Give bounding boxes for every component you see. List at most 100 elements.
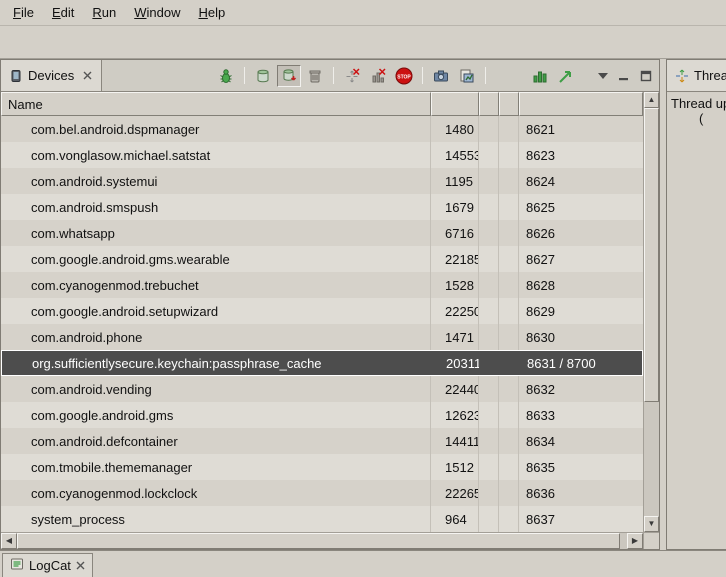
- vertical-scrollbar[interactable]: ▲ ▼: [643, 92, 659, 532]
- empty-cell: [479, 168, 499, 194]
- table-row[interactable]: com.android.smspush16798625: [1, 194, 643, 220]
- menu-help[interactable]: Help: [189, 2, 234, 23]
- debug-process-icon[interactable]: [214, 65, 238, 87]
- vertical-scroll-track[interactable]: [644, 108, 659, 516]
- screen-capture-icon[interactable]: [429, 65, 453, 87]
- process-name: com.android.phone: [1, 324, 431, 350]
- process-port: 8632: [519, 376, 643, 402]
- devices-view: Devices STOP Name: [0, 59, 660, 550]
- column-header-blank1[interactable]: [479, 92, 499, 116]
- table-row[interactable]: system_process9648637: [1, 506, 643, 532]
- empty-cell: [499, 376, 519, 402]
- table-header: Name: [1, 92, 643, 116]
- empty-cell: [480, 351, 500, 375]
- menu-file[interactable]: File: [4, 2, 43, 23]
- horizontal-scroll-thumb[interactable]: [17, 533, 620, 549]
- column-header-name[interactable]: Name: [1, 92, 431, 116]
- close-icon[interactable]: [76, 558, 85, 573]
- menubar: FileEditRunWindowHelp: [0, 0, 726, 26]
- update-threads-icon[interactable]: [340, 65, 364, 87]
- update-heap-icon[interactable]: [251, 65, 275, 87]
- process-pid: 1471: [431, 324, 479, 350]
- table-row[interactable]: com.bel.android.dspmanager14808621: [1, 116, 643, 142]
- empty-cell: [499, 168, 519, 194]
- process-name: com.google.android.gms: [1, 402, 431, 428]
- menu-run[interactable]: Run: [83, 2, 125, 23]
- table-row[interactable]: com.android.systemui11958624: [1, 168, 643, 194]
- table-row[interactable]: com.tmobile.thememanager15128635: [1, 454, 643, 480]
- cause-gc-icon[interactable]: [303, 65, 327, 87]
- tab-logcat[interactable]: LogCat: [2, 553, 93, 577]
- vertical-scroll-thumb[interactable]: [644, 108, 659, 402]
- tab-logcat-label: LogCat: [29, 558, 71, 573]
- empty-cell: [499, 194, 519, 220]
- menu-edit[interactable]: Edit: [43, 2, 83, 23]
- table-row[interactable]: com.google.android.gms126238633: [1, 402, 643, 428]
- devices-tab-icon: [9, 69, 23, 83]
- process-pid: 22440: [431, 376, 479, 402]
- svg-text:STOP: STOP: [397, 74, 411, 80]
- table-row[interactable]: com.android.vending224408632: [1, 376, 643, 402]
- process-port: 8630: [519, 324, 643, 350]
- process-name: com.android.defcontainer: [1, 428, 431, 454]
- table-row[interactable]: com.whatsapp67168626: [1, 220, 643, 246]
- close-icon[interactable]: [82, 70, 93, 81]
- process-port: 8621: [519, 116, 643, 142]
- empty-cell: [479, 454, 499, 480]
- table-row[interactable]: com.android.defcontainer144118634: [1, 428, 643, 454]
- process-port: 8637: [519, 506, 643, 532]
- empty-cell: [499, 506, 519, 532]
- horizontal-scrollbar[interactable]: ◀ ▶: [1, 533, 643, 549]
- scroll-left-button[interactable]: ◀: [1, 533, 17, 549]
- maximize-icon[interactable]: [636, 65, 656, 87]
- method-profiling-icon[interactable]: [366, 65, 390, 87]
- dump-hprof-icon[interactable]: [277, 65, 301, 87]
- process-name: com.tmobile.thememanager: [1, 454, 431, 480]
- process-port: 8629: [519, 298, 643, 324]
- table-row[interactable]: org.sufficientlysecure.keychain:passphra…: [1, 350, 643, 376]
- empty-cell: [479, 220, 499, 246]
- menu-window[interactable]: Window: [125, 2, 189, 23]
- table-row[interactable]: com.cyanogenmod.trebuchet15288628: [1, 272, 643, 298]
- table-row[interactable]: com.android.phone1471 8630: [1, 324, 643, 350]
- table-row[interactable]: com.cyanogenmod.lockclock222658636: [1, 480, 643, 506]
- process-pid: 14411: [431, 428, 479, 454]
- empty-cell: [499, 402, 519, 428]
- process-pid: 1679: [431, 194, 479, 220]
- scroll-right-button[interactable]: ▶: [627, 533, 643, 549]
- table-row[interactable]: com.google.android.gms.wearable221858627: [1, 246, 643, 272]
- column-header-blank2[interactable]: [499, 92, 519, 116]
- column-header-port[interactable]: [519, 92, 643, 116]
- scrollbar-corner: [643, 533, 659, 549]
- empty-cell: [479, 246, 499, 272]
- threads-message-line2: (: [699, 111, 726, 126]
- system-info-icon[interactable]: [455, 65, 479, 87]
- scroll-up-button[interactable]: ▲: [644, 92, 659, 108]
- empty-cell: [499, 428, 519, 454]
- table-row[interactable]: com.google.android.setupwizard222508629: [1, 298, 643, 324]
- empty-cell: [479, 142, 499, 168]
- opengl-trace-icon[interactable]: [554, 65, 578, 87]
- toolbar-separator: [333, 67, 334, 84]
- empty-cell: [499, 324, 519, 350]
- tab-devices[interactable]: Devices: [1, 60, 102, 91]
- devices-toolbar: STOP: [214, 60, 659, 91]
- process-name: com.google.android.gms.wearable: [1, 246, 431, 272]
- scroll-down-button[interactable]: ▼: [644, 516, 659, 532]
- stop-process-icon[interactable]: STOP: [392, 65, 416, 87]
- tab-threads[interactable]: Threads: [667, 60, 726, 91]
- minimize-icon[interactable]: [614, 65, 634, 87]
- horizontal-scroll-track[interactable]: [17, 533, 627, 549]
- column-header-pid[interactable]: [431, 92, 479, 116]
- tab-devices-label: Devices: [28, 68, 74, 83]
- empty-cell: [499, 246, 519, 272]
- view-menu-icon[interactable]: [594, 65, 612, 87]
- process-pid: 1512: [431, 454, 479, 480]
- allocation-tracker-icon[interactable]: [528, 65, 552, 87]
- toolbar-separator: [485, 67, 486, 84]
- table-row[interactable]: com.vonglasow.michael.satstat145538623: [1, 142, 643, 168]
- process-port: 8623: [519, 142, 643, 168]
- threads-view: Threads Thread up (: [666, 59, 726, 550]
- empty-cell: [500, 351, 520, 375]
- empty-cell: [499, 220, 519, 246]
